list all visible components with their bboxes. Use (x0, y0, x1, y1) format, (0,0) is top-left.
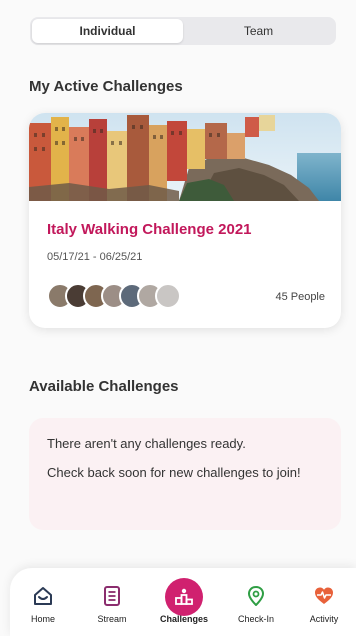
tab-label: Challenges (159, 614, 208, 624)
available-challenges-heading: Available Challenges (29, 378, 179, 395)
tab-check-in[interactable]: Check-In (226, 568, 286, 636)
segment-team[interactable]: Team (183, 19, 334, 43)
tab-stream[interactable]: Stream (82, 568, 142, 636)
participant-avatars[interactable] (47, 283, 187, 309)
challenge-cover-image (29, 113, 341, 201)
challenges-screen: Individual Team My Active Challenges Ita… (0, 0, 356, 636)
tab-label: Stream (97, 614, 127, 624)
location-pin-icon (247, 586, 265, 606)
participant-count: 45 People (275, 291, 325, 303)
home-icon (34, 587, 52, 605)
tab-label: Check-In (237, 614, 274, 624)
stream-icon (104, 586, 120, 606)
tab-activity[interactable]: Activity (294, 568, 354, 636)
tab-challenges[interactable]: Challenges (154, 568, 214, 636)
empty-state-message: There aren't any challenges ready. (47, 436, 246, 451)
segment-individual[interactable]: Individual (32, 19, 183, 43)
active-challenges-heading: My Active Challenges (29, 78, 183, 95)
tab-label: Home (30, 614, 55, 624)
challenge-title[interactable]: Italy Walking Challenge 2021 (47, 221, 252, 238)
heartbeat-icon (315, 587, 333, 604)
avatar (155, 283, 181, 309)
challenge-type-toggle: Individual Team (30, 17, 336, 45)
tab-label: Activity (309, 614, 339, 624)
empty-state-card: There aren't any challenges ready. Check… (29, 418, 341, 530)
empty-state-hint: Check back soon for new challenges to jo… (47, 465, 301, 480)
tab-home[interactable]: Home (13, 568, 73, 636)
challenge-card[interactable]: Italy Walking Challenge 2021 05/17/21 - … (29, 113, 341, 328)
challenges-icon (175, 588, 193, 605)
challenge-dates: 05/17/21 - 06/25/21 (47, 251, 143, 263)
bottom-tab-bar: Home Stream Challenges Check-In Activity (10, 568, 356, 636)
